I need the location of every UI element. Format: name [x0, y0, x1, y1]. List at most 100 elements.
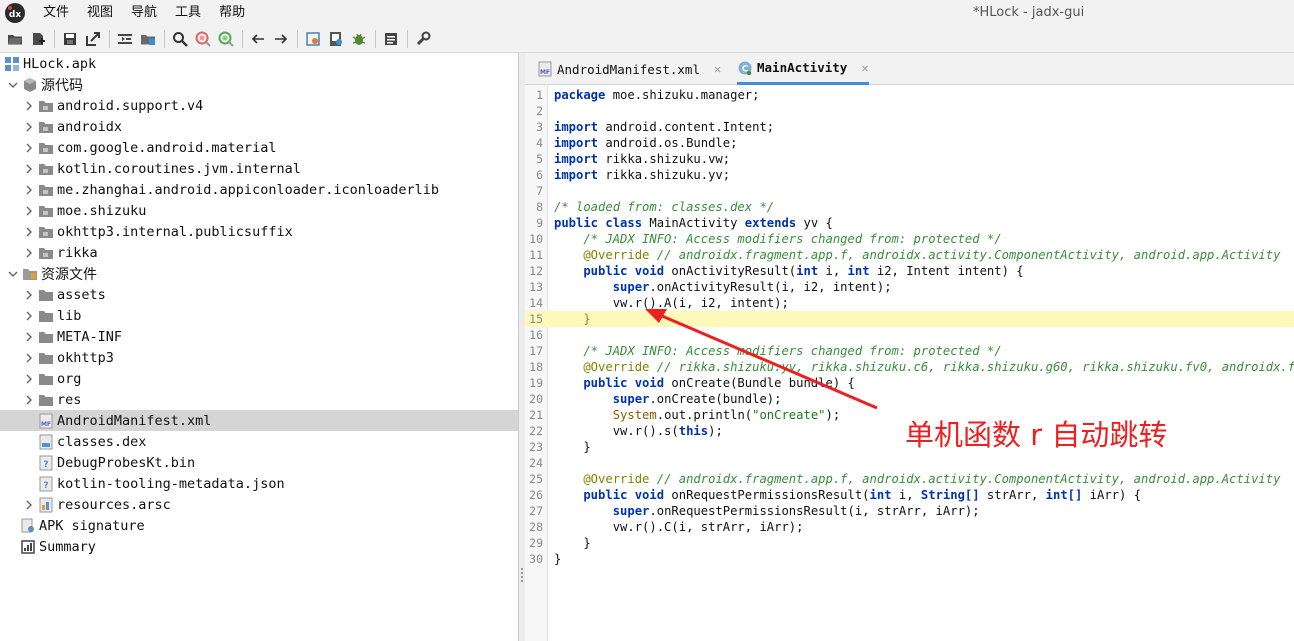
tree-item-label: android.support.v4 — [57, 97, 204, 114]
chevron-right-icon[interactable] — [23, 142, 35, 154]
back-icon[interactable] — [247, 28, 269, 50]
tree-item-package[interactable]: android.support.v4 — [0, 95, 518, 116]
chevron-right-icon[interactable] — [23, 184, 35, 196]
tree-item-package[interactable]: moe.shizuku — [0, 200, 518, 221]
code-text: .onActivityResult(i, i2, intent); — [649, 280, 892, 294]
menu-help[interactable]: 帮助 — [210, 0, 254, 26]
chevron-right-icon[interactable] — [23, 121, 35, 133]
toolbar-separator — [164, 30, 165, 48]
open-folder-icon[interactable] — [4, 28, 26, 50]
add-files-icon[interactable] — [27, 28, 49, 50]
tree-item-label: META-INF — [57, 328, 123, 345]
chevron-right-icon[interactable] — [23, 289, 35, 301]
tree-item-folder[interactable]: okhttp3 — [0, 347, 518, 368]
tree-item-file[interactable]: ? kotlin-tooling-metadata.json — [0, 473, 518, 494]
code-keyword: int — [847, 264, 870, 278]
menu-navigate[interactable]: 导航 — [122, 0, 166, 26]
code-keyword: public void — [554, 264, 665, 278]
preferences-icon[interactable] — [412, 28, 434, 50]
line-number: 15 — [529, 312, 543, 326]
line-number: 13 — [529, 280, 543, 294]
tree-item-folder[interactable]: assets — [0, 284, 518, 305]
annotation-text: 单机函数 r 自动跳转 — [905, 418, 1168, 452]
chevron-right-icon[interactable] — [23, 226, 35, 238]
chevron-right-icon[interactable] — [23, 373, 35, 385]
decompile-all-icon[interactable] — [137, 28, 159, 50]
export-icon[interactable] — [82, 28, 104, 50]
search-class-icon[interactable] — [192, 28, 214, 50]
menu-file[interactable]: 文件 — [34, 0, 78, 26]
tab-main-activity[interactable]: C MainActivity ✕ — [737, 53, 869, 85]
close-icon[interactable]: ✕ — [714, 62, 721, 76]
folder-icon — [38, 350, 54, 366]
tree-item-folder[interactable]: org — [0, 368, 518, 389]
line-number: 30 — [529, 552, 543, 566]
chevron-right-icon[interactable] — [23, 205, 35, 217]
chevron-right-icon[interactable] — [23, 331, 35, 343]
close-icon[interactable]: ✕ — [861, 61, 868, 75]
tree-item-folder[interactable]: lib — [0, 305, 518, 326]
code-text: onActivityResult( — [664, 264, 797, 278]
chevron-right-icon[interactable] — [23, 499, 35, 511]
tree-item-package[interactable]: com.google.android.material — [0, 137, 518, 158]
tree-item-file[interactable]: resources.arsc — [0, 494, 518, 515]
svg-text:MF: MF — [540, 69, 550, 76]
tree-item-file-selected[interactable]: MF AndroidManifest.xml — [0, 410, 518, 431]
tree-item-apk-signature[interactable]: APK signature — [0, 515, 518, 536]
tree-item-file[interactable]: ? DebugProbesKt.bin — [0, 452, 518, 473]
search-icon[interactable] — [169, 28, 191, 50]
code-editor[interactable]: 1 package moe.shizuku.manager; 2 3 import … — [525, 85, 1294, 641]
svg-text:MF: MF — [41, 421, 51, 428]
menu-view[interactable]: 视图 — [78, 0, 122, 26]
tree-item-file[interactable]: classes.dex — [0, 431, 518, 452]
tree-item-package[interactable]: androidx — [0, 116, 518, 137]
chevron-right-icon[interactable] — [23, 100, 35, 112]
tree-item-folder[interactable]: res — [0, 389, 518, 410]
chevron-right-icon[interactable] — [23, 394, 35, 406]
tree-item-package[interactable]: okhttp3.internal.publicsuffix — [0, 221, 518, 242]
tree-item-resources[interactable]: 资源文件 — [0, 263, 518, 284]
tree-item-label: DebugProbesKt.bin — [57, 454, 196, 471]
menu-tools[interactable]: 工具 — [166, 0, 210, 26]
chevron-right-icon[interactable] — [23, 247, 35, 259]
search-usage-icon[interactable] — [215, 28, 237, 50]
save-icon[interactable] — [59, 28, 81, 50]
menu-bar: dx 文件 视图 导航 工具 帮助 *HLock - jadx-gui — [0, 0, 1294, 26]
tree-item-folder[interactable]: META-INF — [0, 326, 518, 347]
tree-item-package[interactable]: me.zhanghai.android.appiconloader.iconlo… — [0, 179, 518, 200]
tree-item-label: rikka — [57, 244, 98, 261]
deobfuscation-icon[interactable] — [325, 28, 347, 50]
chevron-right-icon[interactable] — [23, 310, 35, 322]
code-keyword: import — [554, 152, 599, 166]
package-cube-icon — [22, 77, 38, 93]
chevron-down-icon[interactable] — [7, 268, 19, 280]
tree-item-root[interactable]: HLock.apk — [0, 53, 518, 74]
code-string: "onCreate" — [752, 408, 826, 422]
chevron-down-icon[interactable] — [7, 79, 19, 91]
forward-icon[interactable] — [270, 28, 292, 50]
splitter-grip[interactable] — [521, 568, 523, 582]
sync-icon[interactable] — [114, 28, 136, 50]
window-title: *HLock - jadx-gui — [973, 5, 1085, 20]
chevron-right-icon[interactable] — [23, 163, 35, 175]
log-icon[interactable] — [380, 28, 402, 50]
tree-item-summary[interactable]: Summary — [0, 536, 518, 557]
line-number: 12 — [529, 264, 543, 278]
code-keyword: public class — [554, 216, 643, 230]
tree-item-source-code[interactable]: 源代码 — [0, 74, 518, 95]
tree-item-package[interactable]: rikka — [0, 242, 518, 263]
chevron-right-icon[interactable] — [23, 352, 35, 364]
tree-item-package[interactable]: kotlin.coroutines.jvm.internal — [0, 158, 518, 179]
tab-android-manifest[interactable]: MF AndroidManifest.xml ✕ — [537, 53, 721, 85]
code-line: 18 @Override // rikka.shizuku.yv, rikka.… — [525, 359, 1294, 375]
line-number: 20 — [529, 392, 543, 406]
line-number: 25 — [529, 472, 543, 486]
debug-icon[interactable] — [348, 28, 370, 50]
code-keyword: int — [869, 488, 892, 502]
code-text: } — [554, 312, 591, 326]
code-keyword: package — [554, 88, 606, 102]
line-number: 1 — [536, 88, 543, 102]
code-comment: // rikka.shizuku.yv, rikka.shizuku.c6, r… — [649, 360, 1294, 374]
quark-icon[interactable] — [302, 28, 324, 50]
folder-icon — [38, 182, 54, 198]
